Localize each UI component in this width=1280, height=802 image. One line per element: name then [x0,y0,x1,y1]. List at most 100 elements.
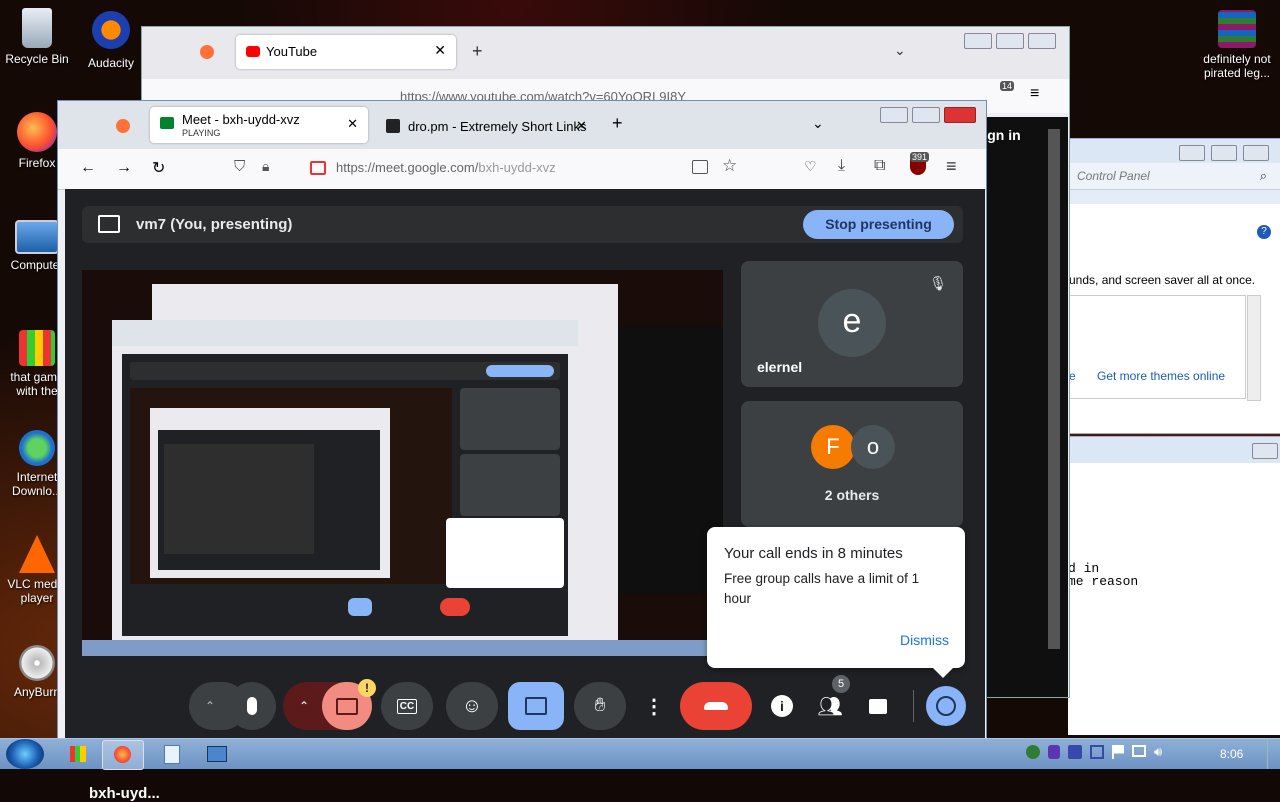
screen-share-indicator-icon[interactable] [310,161,326,175]
flag-icon[interactable] [1112,745,1124,759]
bookmark-star-icon[interactable]: ☆ [722,156,737,176]
pocket-icon[interactable]: ♡ [804,158,817,175]
extensions-icon[interactable]: ⧉ [874,157,885,175]
game-icon [70,746,86,762]
yt-minimize-button[interactable] [964,33,992,49]
notepad-minimize-button[interactable] [1252,443,1278,459]
notepad-icon [164,745,180,764]
meet-maximize-button[interactable] [912,107,940,123]
menu-icon[interactable]: ≡ [1030,85,1039,103]
recycle-bin-icon [22,8,52,48]
help-icon[interactable]: ? [1257,225,1271,239]
leave-call-button[interactable] [680,682,752,730]
taskbar-notepad[interactable] [152,741,192,767]
chat-button[interactable] [858,682,898,730]
chevron-down-icon[interactable]: ⌄ [894,42,906,59]
more-options-button[interactable]: ⋮ [632,682,676,730]
desktop-icon-recycle-bin[interactable]: Recycle Bin [0,8,76,66]
archive-icon [1218,10,1256,48]
meet-close-button[interactable] [944,107,976,123]
picture-in-picture-icon[interactable] [692,160,708,174]
reload-icon[interactable]: ↻ [152,158,165,178]
lock-icon[interactable]: 🔒︎ [262,158,269,175]
raise-hand-button[interactable]: ✋︎ [574,682,626,730]
cp-minimize-button[interactable] [1179,145,1205,161]
cp-search-field[interactable]: Control Panel [1077,169,1150,183]
shared-screen-preview [82,270,723,656]
taskbar-game[interactable] [58,741,98,767]
shield-icon[interactable]: ⛉ [234,158,245,175]
cp-maximize-button[interactable] [1211,145,1237,161]
activities-timer-button[interactable] [926,686,966,726]
tray-display-icon[interactable] [1068,745,1082,759]
present-button[interactable] [508,682,564,730]
yt-scrollbar[interactable] [1048,129,1060,649]
control-panel-icon [207,746,227,762]
captions-button[interactable]: CC [381,682,433,730]
others-tile[interactable]: F o 2 others [741,401,963,527]
network-icon[interactable] [1132,745,1146,757]
firefox-view-icon[interactable] [116,119,130,133]
yt-close-button[interactable] [1028,33,1056,49]
close-tab-icon[interactable]: ✕ [576,118,587,134]
close-tab-icon[interactable]: ✕ [347,116,358,132]
people-count-badge: 5 [832,675,850,693]
forward-icon[interactable]: → [116,159,132,177]
meeting-code[interactable]: bxh-uyd... [89,785,160,802]
present-screen-icon [525,697,547,715]
back-icon[interactable]: ← [80,159,96,177]
avatar: F [811,425,855,469]
cp-link-partial[interactable]: e [1069,369,1076,383]
chevron-up-icon: ⌃ [205,699,216,713]
tab-youtube[interactable]: YouTube ✕ [236,35,456,69]
tab-meet[interactable]: Meet - bxh-uydd-xvz PLAYING ✕ [150,107,368,143]
show-desktop-button[interactable] [1267,739,1280,769]
clock[interactable]: 8:06 [1220,747,1243,761]
dismiss-button[interactable]: Dismiss [900,632,949,648]
ublock-count-badge: 391 [910,152,930,162]
firefox-view-icon[interactable] [200,45,214,59]
chevron-down-icon[interactable]: ⌄ [812,115,824,132]
download-icon[interactable]: ⤓ [838,157,845,175]
cp-description: unds, and screen saver all at once. [1069,273,1256,287]
new-tab-icon[interactable]: + [472,41,483,62]
meet-favicon-icon [160,117,174,129]
control-panel-window: Control Panel ⌕ ? unds, and screen saver… [1068,138,1280,434]
youtube-page: Sign in [974,117,1068,697]
address-bar[interactable]: https://meet.google.com/bxh-uydd-xvz [336,160,556,175]
stop-presenting-button[interactable]: Stop presenting [803,210,954,239]
others-label: 2 others [824,487,880,503]
participant-tile[interactable]: 🎙︎ e elernel [741,261,963,387]
tray-mic-icon[interactable] [1048,745,1060,759]
start-button[interactable] [6,739,44,769]
presenting-banner: vm7 (You, presenting) Stop presenting [82,206,963,243]
new-tab-icon[interactable]: + [612,113,623,134]
participant-name: elernel [757,359,803,375]
tab-dro-pm[interactable]: dro.pm - Extremely Short Links ✕ [376,109,596,143]
desktop-icon-archive[interactable]: definitely not pirated leg... [1197,10,1277,80]
get-more-themes-link[interactable]: Get more themes online [1097,369,1225,383]
reactions-button[interactable]: ☺ [446,682,498,730]
notepad-line-2: me reason [1068,574,1139,589]
desktop-icon-audacity[interactable]: Audacity [72,8,150,70]
emoji-icon: ☺ [461,694,483,717]
tray-app-icon[interactable] [1026,745,1040,759]
meeting-info-button[interactable]: i [762,682,802,730]
mic-muted-icon: 🎙︎ [929,275,947,291]
volume-icon[interactable]: 🔊︎ [1154,745,1162,763]
cp-close-button[interactable] [1243,145,1269,161]
microphone-button[interactable] [228,682,276,730]
close-tab-icon[interactable]: ✕ [434,42,446,59]
tray-network-icon[interactable] [1090,745,1104,759]
meet-minimize-button[interactable] [880,107,908,123]
taskbar-control-panel[interactable] [196,741,236,767]
chevron-up-icon: ⌃ [299,699,310,713]
people-icon: 👥︎ [817,695,843,718]
meet-browser-window: Meet - bxh-uydd-xvz PLAYING ✕ dro.pm - E… [57,100,987,802]
chat-icon [869,698,887,714]
taskbar-firefox[interactable] [102,740,144,770]
cp-scrollbar[interactable] [1247,295,1261,401]
menu-icon[interactable]: ≡ [946,156,957,177]
yt-maximize-button[interactable] [996,33,1024,49]
cp-titlebar [1069,139,1280,163]
